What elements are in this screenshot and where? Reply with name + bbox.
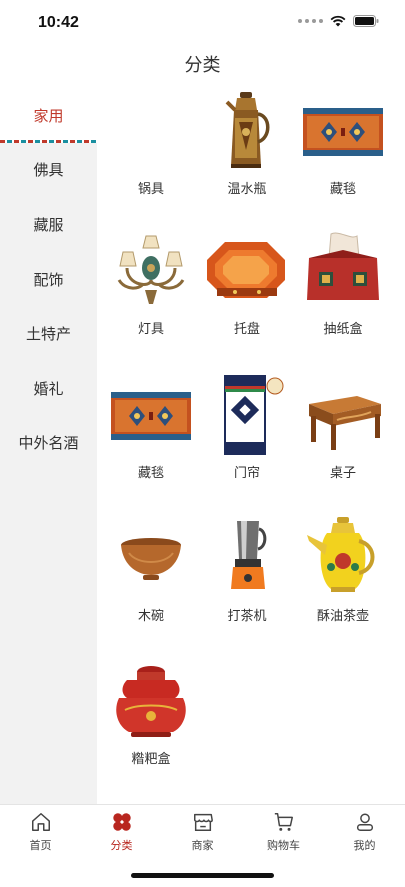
product-label: 木碗 (137, 609, 164, 624)
sidebar-item-household[interactable]: 家用 (0, 88, 97, 143)
battery-icon (353, 15, 379, 27)
page-title: 分类 (184, 55, 221, 76)
product-item[interactable]: 糌粑盒 (103, 658, 199, 788)
sidebar-item-wines[interactable]: 中外名酒 (0, 416, 97, 471)
product-label: 藏毯 (329, 182, 356, 197)
store-icon (193, 813, 213, 831)
product-label: 糌粑盒 (131, 752, 171, 767)
tab-label: 首页 (29, 839, 52, 852)
product-item[interactable]: 藏毯 (103, 372, 199, 502)
product-item[interactable]: 锅具 (103, 88, 199, 218)
profile-icon (356, 813, 373, 831)
product-label: 门帘 (233, 466, 260, 481)
nav-header: 分类 (0, 44, 405, 88)
category-sidebar: 家用 佛具 藏服 配饰 土特产 婚礼 中外名酒 (0, 88, 97, 804)
tibetan-rug-image (109, 372, 193, 456)
category-icon (112, 813, 131, 831)
butter-tea-pot-image (301, 515, 385, 599)
sidebar-item-local-specialties[interactable]: 土特产 (0, 306, 97, 361)
status-time: 10:42 (38, 14, 79, 31)
product-label: 打茶机 (227, 609, 267, 624)
sidebar-item-tibetan-clothing[interactable]: 藏服 (0, 197, 97, 252)
tab-label: 分类 (110, 839, 133, 852)
product-item[interactable]: 木碗 (103, 515, 199, 645)
tsampa-box-image (109, 658, 193, 742)
door-curtain-image (205, 372, 289, 456)
cart-icon (274, 813, 293, 831)
home-indicator (131, 873, 274, 878)
table-image (301, 372, 385, 456)
tray-image (205, 228, 289, 312)
wooden-bowl-image (109, 515, 193, 599)
product-label: 灯具 (137, 322, 164, 337)
tab-home[interactable]: 首页 (0, 811, 81, 859)
tab-label: 商家 (191, 839, 214, 852)
product-item[interactable]: 灯具 (103, 228, 199, 358)
wifi-icon (330, 15, 346, 27)
sidebar-item-label: 家用 (33, 106, 64, 125)
sidebar-item-label: 土特产 (25, 325, 71, 344)
tab-store[interactable]: 商家 (162, 811, 243, 859)
signal-icon (298, 19, 323, 23)
sidebar-item-buddhist-goods[interactable]: 佛具 (0, 143, 97, 198)
pot-image (109, 88, 193, 172)
status-icons (298, 15, 379, 27)
status-bar: 10:42 (0, 0, 405, 44)
tab-profile[interactable]: 我的 (324, 811, 405, 859)
product-item[interactable]: 温水瓶 (199, 88, 295, 218)
product-label: 温水瓶 (227, 182, 267, 197)
product-item[interactable]: 门帘 (199, 372, 295, 502)
product-label: 桌子 (329, 466, 356, 481)
product-label: 藏毯 (137, 466, 164, 481)
tab-category[interactable]: 分类 (81, 811, 162, 859)
product-label: 锅具 (137, 182, 164, 197)
product-label: 酥油茶壶 (316, 609, 369, 624)
product-item[interactable]: 托盘 (199, 228, 295, 358)
product-item[interactable]: 酥油茶壶 (295, 515, 391, 645)
tissue-box-image (301, 228, 385, 312)
product-item[interactable]: 藏毯 (295, 88, 391, 218)
tea-machine-image (205, 515, 289, 599)
sidebar-item-label: 藏服 (33, 215, 64, 234)
tibetan-rug-image (301, 88, 385, 172)
tab-cart[interactable]: 购物车 (243, 811, 324, 859)
product-item[interactable]: 桌子 (295, 372, 391, 502)
sidebar-item-label: 佛具 (33, 161, 64, 180)
thermos-image (205, 88, 289, 172)
sidebar-item-accessories[interactable]: 配饰 (0, 252, 97, 307)
product-item[interactable]: 抽纸盒 (295, 228, 391, 358)
product-item[interactable]: 打茶机 (199, 515, 295, 645)
tab-label: 我的 (353, 839, 376, 852)
chandelier-image (109, 228, 193, 312)
tab-label: 购物车 (267, 839, 300, 852)
sidebar-item-label: 婚礼 (33, 379, 64, 398)
sidebar-item-label: 配饰 (33, 270, 64, 289)
product-label: 抽纸盒 (323, 322, 363, 337)
home-icon (31, 813, 50, 831)
product-grid: 锅具 温水瓶 藏毯 灯具 托盘 抽纸盒 藏毯 门帘 桌子 木碗 打茶机 酥油茶壶… (97, 88, 405, 804)
sidebar-item-wedding[interactable]: 婚礼 (0, 361, 97, 416)
sidebar-item-label: 中外名酒 (18, 434, 79, 453)
product-label: 托盘 (233, 322, 260, 337)
